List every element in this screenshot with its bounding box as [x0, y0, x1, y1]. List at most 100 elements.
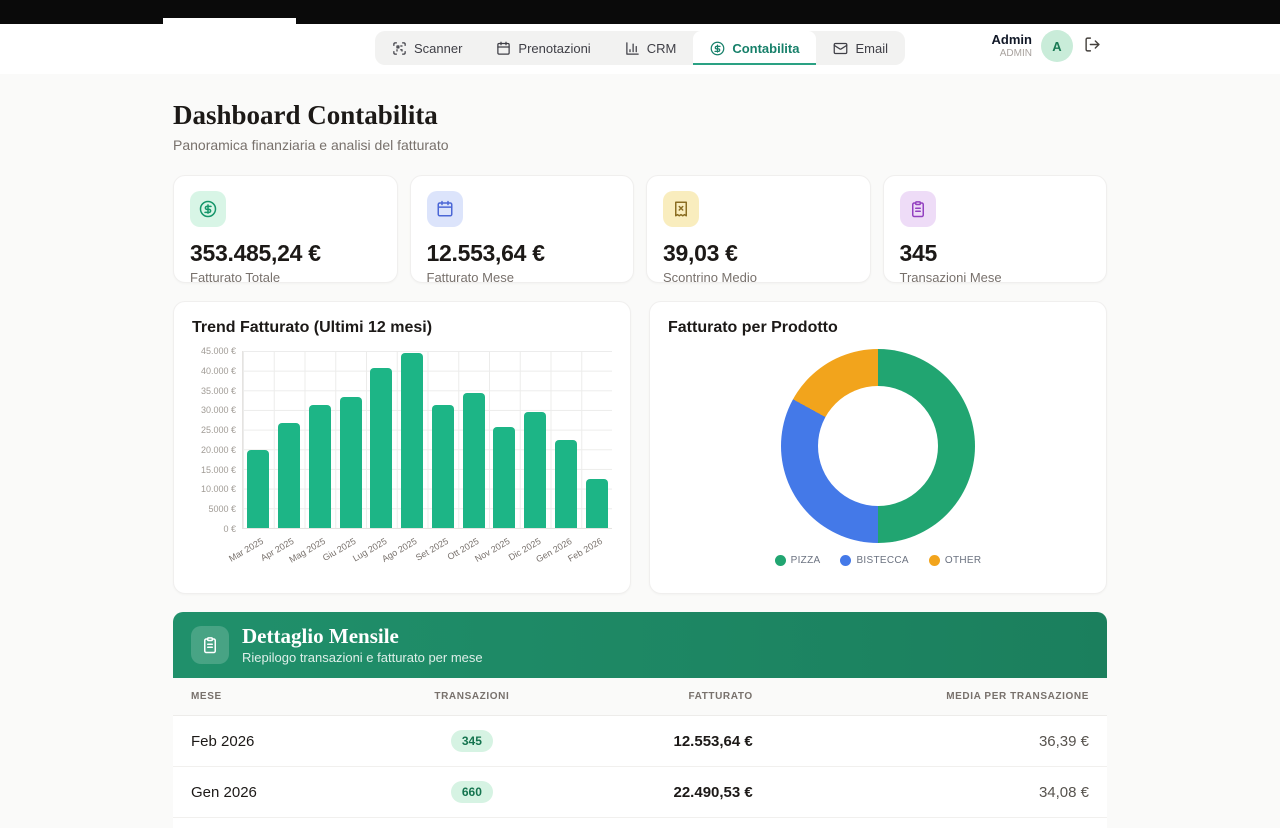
tab-scanner[interactable]: Scanner: [375, 31, 479, 65]
calendar-icon: [427, 191, 463, 227]
receipt-icon: [663, 191, 699, 227]
bar-ott-2025: [463, 393, 485, 528]
legend-label: OTHER: [945, 555, 982, 566]
tab-label: Contabilita: [732, 41, 799, 56]
page-header: Dashboard Contabilita Panoramica finanzi…: [173, 74, 1107, 153]
table-row: Dic 202579229.593,93 €37,37 €: [173, 818, 1107, 828]
tab-prenotazioni[interactable]: Prenotazioni: [479, 31, 607, 65]
tab-crm[interactable]: CRM: [608, 31, 694, 65]
column-header: Fatturato: [547, 678, 771, 716]
stat-value: 353.485,24 €: [190, 240, 381, 267]
legend-label: BISTECCA: [856, 555, 908, 566]
charts-row: Trend Fatturato (Ultimi 12 mesi) 0 €5000…: [173, 301, 1107, 594]
scan-icon: [392, 41, 407, 56]
stats-row: 353.485,24 € Fatturato Totale 12.553,64 € F…: [173, 175, 1107, 283]
tab-email[interactable]: Email: [816, 31, 905, 65]
coin-icon: [710, 41, 725, 56]
bar-giu-2025: [340, 397, 362, 528]
user-role: ADMIN: [992, 48, 1032, 60]
clipboard-icon: [900, 191, 936, 227]
bar-ago-2025: [401, 353, 423, 528]
column-header: Mese: [173, 678, 397, 716]
trend-chart-card: Trend Fatturato (Ultimi 12 mesi) 0 €5000…: [173, 301, 631, 594]
coin-icon: [190, 191, 226, 227]
bar-slot: [243, 351, 274, 528]
bar-slot: [458, 351, 489, 528]
bar-slot: [551, 351, 582, 528]
table-row: Gen 202666022.490,53 €34,08 €: [173, 767, 1107, 818]
stat-label: Transazioni Mese: [900, 270, 1091, 285]
cell-fatturato: 12.553,64 €: [547, 716, 771, 767]
transazioni-badge: 345: [451, 730, 493, 752]
bar-apr-2025: [278, 423, 300, 528]
bar-gen-2026: [555, 440, 577, 528]
y-tick-label: 35.000 €: [201, 386, 236, 396]
y-tick-label: 15.000 €: [201, 465, 236, 475]
bar-slot: [397, 351, 428, 528]
product-chart-title: Fatturato per Prodotto: [668, 319, 1088, 337]
tab-contabilita[interactable]: Contabilita: [693, 31, 816, 65]
y-tick-label: 45.000 €: [201, 346, 236, 356]
bar-chart-plot: [242, 351, 612, 529]
stat-card: 353.485,24 € Fatturato Totale: [173, 175, 398, 283]
stat-card: 345Transazioni Mese: [883, 175, 1108, 283]
bar-slot: [520, 351, 551, 528]
bar-slot: [581, 351, 612, 528]
stat-label: Fatturato Mese: [427, 270, 618, 285]
cell-fatturato: 29.593,93 €: [547, 818, 771, 828]
cell-media: 34,08 €: [771, 767, 1107, 818]
user-name: Admin: [992, 33, 1032, 48]
tab-label: Scanner: [414, 41, 462, 56]
y-tick-label: 10.000 €: [201, 484, 236, 494]
donut-legend: PIZZA BISTECCA OTHER: [775, 555, 982, 566]
monthly-table-head: MeseTransazioniFatturatoMedia per Transa…: [173, 678, 1107, 716]
cell-transazioni: 660: [397, 767, 546, 818]
cell-media: 36,39 €: [771, 716, 1107, 767]
monthly-detail-subtitle: Riepilogo transazioni e fatturato per me…: [242, 650, 483, 665]
bar-slot: [274, 351, 305, 528]
table-row: Feb 2026 345 12.553,64 €36,39 €: [173, 716, 1107, 767]
tab-label: CRM: [647, 41, 677, 56]
bar-mar-2025: [247, 450, 269, 528]
bar-set-2025: [432, 405, 454, 528]
top-black-bar: [0, 0, 1280, 24]
legend-item-other: OTHER: [929, 555, 982, 566]
legend-label: PIZZA: [791, 555, 821, 566]
legend-item-bistecca: BISTECCA: [840, 555, 908, 566]
bar-slot: [489, 351, 520, 528]
legend-dot: [775, 555, 786, 566]
cell-mese: Gen 2026: [173, 767, 397, 818]
cell-fatturato: 22.490,53 €: [547, 767, 771, 818]
tab-label: Prenotazioni: [518, 41, 590, 56]
logout-button[interactable]: [1082, 34, 1103, 58]
y-tick-label: 5000 €: [208, 504, 236, 514]
stat-label: Scontrino Medio: [663, 270, 854, 285]
x-tick: Feb 2026: [581, 529, 612, 569]
stat-label: Fatturato Totale: [190, 270, 381, 285]
bar-slot: [428, 351, 459, 528]
legend-item-pizza: PIZZA: [775, 555, 821, 566]
user-meta: Admin ADMIN: [992, 33, 1032, 59]
cell-mese: Feb 2026: [173, 716, 397, 767]
y-tick-label: 30.000 €: [201, 405, 236, 415]
bar-chart-y-axis: 0 €5000 €10.000 €15.000 €20.000 €25.000 …: [192, 351, 242, 529]
column-header: Transazioni: [397, 678, 546, 716]
legend-dot: [840, 555, 851, 566]
bar-slot: [366, 351, 397, 528]
top-navigation: Scanner Prenotazioni CRM Contabilita Email A…: [0, 24, 1280, 74]
product-chart-card: Fatturato per Prodotto PIZZA BISTECCA OTHE…: [649, 301, 1107, 594]
page-subtitle: Panoramica finanziaria e analisi del fat…: [173, 137, 1107, 153]
cell-transazioni: 345: [397, 716, 546, 767]
mail-icon: [833, 41, 848, 56]
legend-dot: [929, 555, 940, 566]
bar-slot: [335, 351, 366, 528]
y-tick-label: 40.000 €: [201, 366, 236, 376]
bar-chart: 0 €5000 €10.000 €15.000 €20.000 €25.000 …: [192, 351, 612, 569]
stat-card: 12.553,64 € Fatturato Mese: [410, 175, 635, 283]
stat-value: 12.553,64 €: [427, 240, 618, 267]
y-tick-label: 25.000 €: [201, 425, 236, 435]
tab-label: Email: [855, 41, 888, 56]
clipboard-icon: [191, 626, 229, 664]
avatar[interactable]: A: [1041, 30, 1073, 62]
bar-lug-2025: [370, 368, 392, 528]
